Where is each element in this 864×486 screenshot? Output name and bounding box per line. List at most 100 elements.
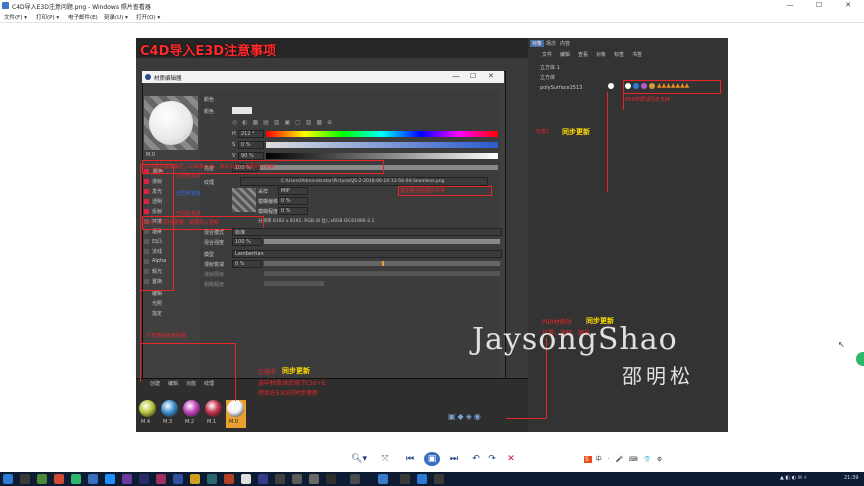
mat-tab-function[interactable]: 功能 bbox=[186, 380, 196, 387]
app-icon[interactable] bbox=[173, 474, 183, 484]
app-icon[interactable] bbox=[54, 474, 64, 484]
zoom-button[interactable]: 🔍︎▾ bbox=[350, 452, 368, 466]
color-swatch[interactable] bbox=[232, 107, 252, 114]
app-icon[interactable] bbox=[88, 474, 98, 484]
rotate-ccw-button[interactable]: ↶ bbox=[470, 452, 482, 466]
mic-icon[interactable]: 🎤 bbox=[616, 456, 625, 463]
app-icon[interactable] bbox=[190, 474, 200, 484]
coordinate-tool-icons[interactable]: ▣◆◈◉ bbox=[448, 412, 504, 424]
object-row[interactable]: 立方体 bbox=[540, 74, 555, 81]
side-widget-icon[interactable] bbox=[856, 352, 864, 366]
mat-tab-texture[interactable]: 纹理 bbox=[204, 380, 214, 387]
editor-close-button[interactable]: ✕ bbox=[488, 72, 494, 80]
menu-file[interactable]: 文件(F) ▾ bbox=[4, 13, 27, 21]
material-tag-icon[interactable] bbox=[608, 83, 614, 89]
tab-takes[interactable]: 场次 bbox=[546, 40, 556, 47]
saturation-slider[interactable] bbox=[266, 142, 498, 148]
editor-minimize-button[interactable]: — bbox=[452, 72, 460, 81]
panel-menu-edit[interactable]: 编辑 bbox=[560, 51, 570, 58]
model-dropdown[interactable]: Lambertian bbox=[232, 250, 502, 258]
material-slot[interactable]: M.1 bbox=[204, 400, 224, 428]
blur-scale-field[interactable]: 0 % bbox=[278, 207, 308, 215]
mix-strength-slider[interactable] bbox=[264, 239, 500, 244]
panel-menu-view[interactable]: 查看 bbox=[578, 51, 588, 58]
keyboard-icon[interactable]: ⌨ bbox=[629, 456, 640, 463]
task-view-icon[interactable] bbox=[20, 474, 30, 484]
app-icon[interactable] bbox=[326, 474, 336, 484]
mat-tab-edit[interactable]: 编辑 bbox=[168, 380, 178, 387]
ime-icon[interactable]: S bbox=[584, 456, 592, 463]
actual-size-button[interactable]: ⤧ bbox=[378, 452, 392, 466]
s-field[interactable]: 0 % bbox=[238, 141, 264, 149]
color-mode-icons[interactable]: ◎◐▦▤▥▣▢▨▩⊕ bbox=[232, 119, 372, 127]
diffuse-falloff-slider[interactable] bbox=[264, 261, 500, 266]
hue-slider[interactable] bbox=[266, 131, 498, 137]
minimize-button[interactable]: — bbox=[776, 0, 804, 11]
app-icon[interactable] bbox=[434, 474, 444, 484]
close-button[interactable]: ✕ bbox=[834, 0, 862, 11]
diffuse-level-slider[interactable] bbox=[264, 271, 500, 276]
app-icon[interactable] bbox=[224, 474, 234, 484]
app-icon[interactable] bbox=[417, 474, 427, 484]
texture-thumbnail[interactable] bbox=[232, 188, 256, 212]
app-icon[interactable] bbox=[309, 474, 319, 484]
sampling-dropdown[interactable]: MIP bbox=[278, 187, 308, 195]
app-icon[interactable] bbox=[350, 474, 360, 484]
maximize-button[interactable]: ☐ bbox=[805, 0, 833, 11]
app-icon[interactable] bbox=[156, 474, 166, 484]
panel-menu-bookmarks[interactable]: 书签 bbox=[632, 51, 642, 58]
object-row[interactable]: polySurface2513 bbox=[540, 84, 582, 91]
ime-toolbar[interactable]: S 中 · 🎤 ⌨ 👕 ⚙ bbox=[584, 454, 684, 464]
menu-open[interactable]: 打开(O) ▾ bbox=[136, 13, 160, 21]
v-field[interactable]: 90 % bbox=[238, 152, 264, 160]
settings-icon[interactable]: ⚙ bbox=[657, 456, 664, 463]
app-icon[interactable] bbox=[258, 474, 268, 484]
tab-content[interactable]: 内容 bbox=[560, 40, 570, 47]
mix-strength-field[interactable]: 100 % bbox=[232, 238, 262, 246]
rotate-cw-button[interactable]: ↷ bbox=[486, 452, 498, 466]
channel-extra[interactable]: 指定 bbox=[152, 310, 162, 317]
material-slot[interactable]: M.3 bbox=[160, 400, 180, 428]
panel-menu-file[interactable]: 文件 bbox=[542, 51, 552, 58]
skin-icon[interactable]: 👕 bbox=[644, 456, 653, 463]
h-field[interactable]: 212 ° bbox=[238, 130, 264, 138]
app-icon[interactable] bbox=[139, 474, 149, 484]
value-slider[interactable] bbox=[266, 153, 498, 159]
ime-lang[interactable]: 中 bbox=[596, 456, 604, 463]
previous-button[interactable]: ⏮ bbox=[402, 452, 418, 466]
material-slot[interactable]: M.2 bbox=[182, 400, 202, 428]
menu-email[interactable]: 电子邮件(E) bbox=[68, 13, 98, 21]
object-row[interactable]: 立方体.1 bbox=[540, 64, 560, 71]
material-slot[interactable]: M.4 bbox=[138, 400, 158, 428]
app-icon[interactable] bbox=[71, 474, 81, 484]
app-icon[interactable] bbox=[37, 474, 47, 484]
slideshow-button[interactable]: ▣ bbox=[424, 452, 440, 466]
blur-offset-field[interactable]: 0 % bbox=[278, 197, 308, 205]
app-icon[interactable] bbox=[241, 474, 251, 484]
app-icon[interactable] bbox=[400, 474, 410, 484]
panel-menu-tags[interactable]: 标签 bbox=[614, 51, 624, 58]
delete-button[interactable]: ✕ bbox=[505, 452, 517, 466]
panel-menu-object[interactable]: 对象 bbox=[596, 51, 606, 58]
tab-objects[interactable]: 对象 bbox=[530, 40, 545, 47]
roughness-slider[interactable] bbox=[264, 281, 324, 286]
start-icon[interactable] bbox=[3, 474, 13, 484]
app-icon[interactable] bbox=[105, 474, 115, 484]
editor-maximize-button[interactable]: ☐ bbox=[470, 72, 476, 80]
menu-print[interactable]: 打印(P) ▾ bbox=[36, 13, 59, 21]
texture-path-field[interactable]: C:\Users\Administrator\Pictures\JS-2-201… bbox=[240, 177, 488, 186]
next-button[interactable]: ⏭ bbox=[446, 452, 462, 466]
channel-extra[interactable]: 光照 bbox=[152, 300, 162, 307]
tray-icons[interactable]: ▲ ◧ ◐ ✉ ⚡ bbox=[780, 475, 807, 481]
mix-mode-dropdown[interactable]: 标准 bbox=[232, 228, 502, 236]
app-icon[interactable] bbox=[207, 474, 217, 484]
photo-viewer-task-icon[interactable] bbox=[378, 474, 388, 484]
app-icon[interactable] bbox=[275, 474, 285, 484]
mat-tab-create[interactable]: 创建 bbox=[150, 380, 160, 387]
diffuse-falloff-field[interactable]: 0 % bbox=[232, 260, 262, 268]
channel-extra[interactable]: 编辑 bbox=[152, 290, 162, 297]
clock[interactable]: 21:39 bbox=[844, 475, 858, 481]
material-slot-selected[interactable]: M.0 bbox=[226, 400, 246, 428]
app-icon[interactable] bbox=[122, 474, 132, 484]
app-icon[interactable] bbox=[292, 474, 302, 484]
